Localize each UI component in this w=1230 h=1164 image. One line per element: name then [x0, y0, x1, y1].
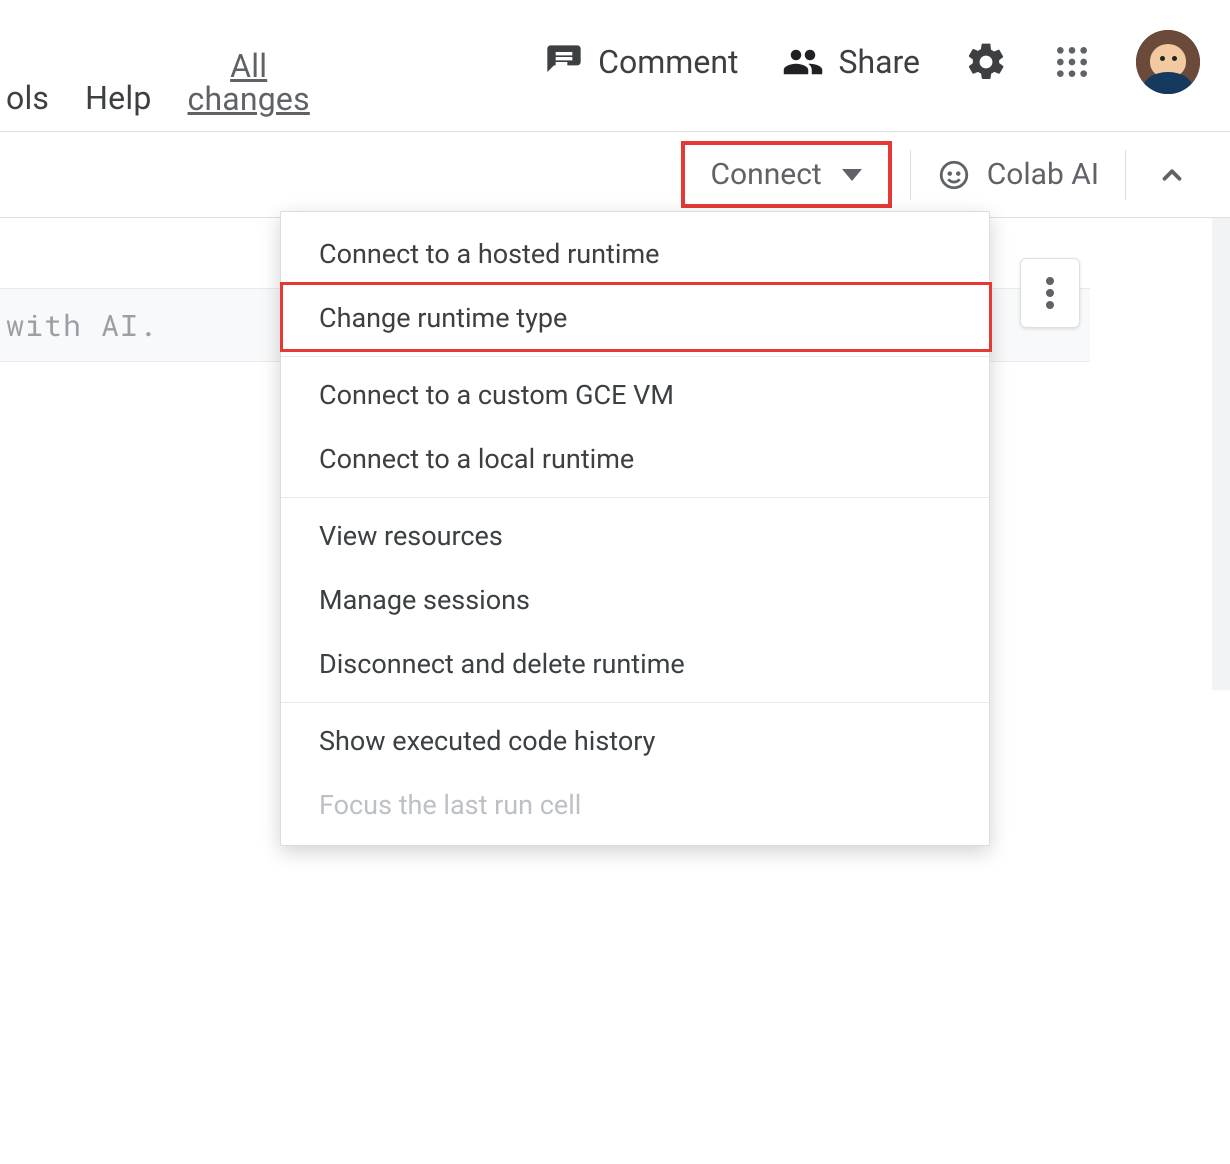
- apps-grid-icon: [1052, 42, 1092, 82]
- menu-bar: ols Help All changes: [0, 71, 316, 131]
- dropdown-item[interactable]: Connect to a local runtime: [281, 427, 989, 491]
- gear-icon: [964, 40, 1008, 84]
- dropdown-item[interactable]: Manage sessions: [281, 568, 989, 632]
- dropdown-item[interactable]: Show executed code history: [281, 709, 989, 773]
- settings-button[interactable]: [964, 40, 1008, 84]
- cell-placeholder-text: with AI.: [6, 306, 158, 345]
- share-button[interactable]: Share: [782, 41, 920, 83]
- dropdown-separator: [281, 702, 989, 703]
- toolbar-right-cluster: Connect Colab AI: [681, 132, 1200, 217]
- caret-down-icon: [842, 169, 862, 181]
- colab-ai-icon: [937, 158, 971, 192]
- dropdown-item[interactable]: Disconnect and delete runtime: [281, 632, 989, 696]
- more-vert-icon: [1045, 277, 1055, 309]
- menu-tools[interactable]: ols: [0, 71, 55, 131]
- separator: [1125, 150, 1126, 200]
- scrollbar[interactable]: [1212, 218, 1230, 690]
- collapse-toolbar-button[interactable]: [1144, 147, 1200, 203]
- connect-label: Connect: [711, 157, 822, 192]
- menu-help[interactable]: Help: [79, 71, 157, 131]
- menu-all-changes[interactable]: All changes: [182, 42, 316, 131]
- dropdown-separator: [281, 497, 989, 498]
- connect-button[interactable]: Connect: [681, 141, 892, 208]
- chevron-up-icon: [1157, 160, 1187, 190]
- share-label: Share: [838, 43, 920, 81]
- top-actions: Comment Share: [544, 30, 1200, 94]
- dropdown-item[interactable]: Connect to a hosted runtime: [281, 222, 989, 286]
- dropdown-item[interactable]: Connect to a custom GCE VM: [281, 363, 989, 427]
- comment-icon: [544, 42, 584, 82]
- apps-button[interactable]: [1052, 42, 1092, 82]
- dropdown-item[interactable]: View resources: [281, 504, 989, 568]
- account-avatar[interactable]: [1136, 30, 1200, 94]
- comment-label: Comment: [598, 43, 738, 81]
- comment-button[interactable]: Comment: [544, 42, 738, 82]
- dropdown-item[interactable]: Change runtime type: [281, 286, 989, 350]
- notebook-toolbar: Connect Colab AI: [0, 132, 1230, 218]
- dropdown-separator: [281, 356, 989, 357]
- dropdown-item: Focus the last run cell: [281, 773, 989, 837]
- people-icon: [782, 41, 824, 83]
- separator: [910, 150, 911, 200]
- colab-ai-button[interactable]: Colab AI: [929, 157, 1107, 192]
- colab-ai-label: Colab AI: [987, 157, 1099, 192]
- cell-overflow-menu-button[interactable]: [1020, 258, 1080, 328]
- app-top-bar: ols Help All changes Comment Share: [0, 0, 1230, 132]
- connect-dropdown-menu: Connect to a hosted runtimeChange runtim…: [280, 211, 990, 846]
